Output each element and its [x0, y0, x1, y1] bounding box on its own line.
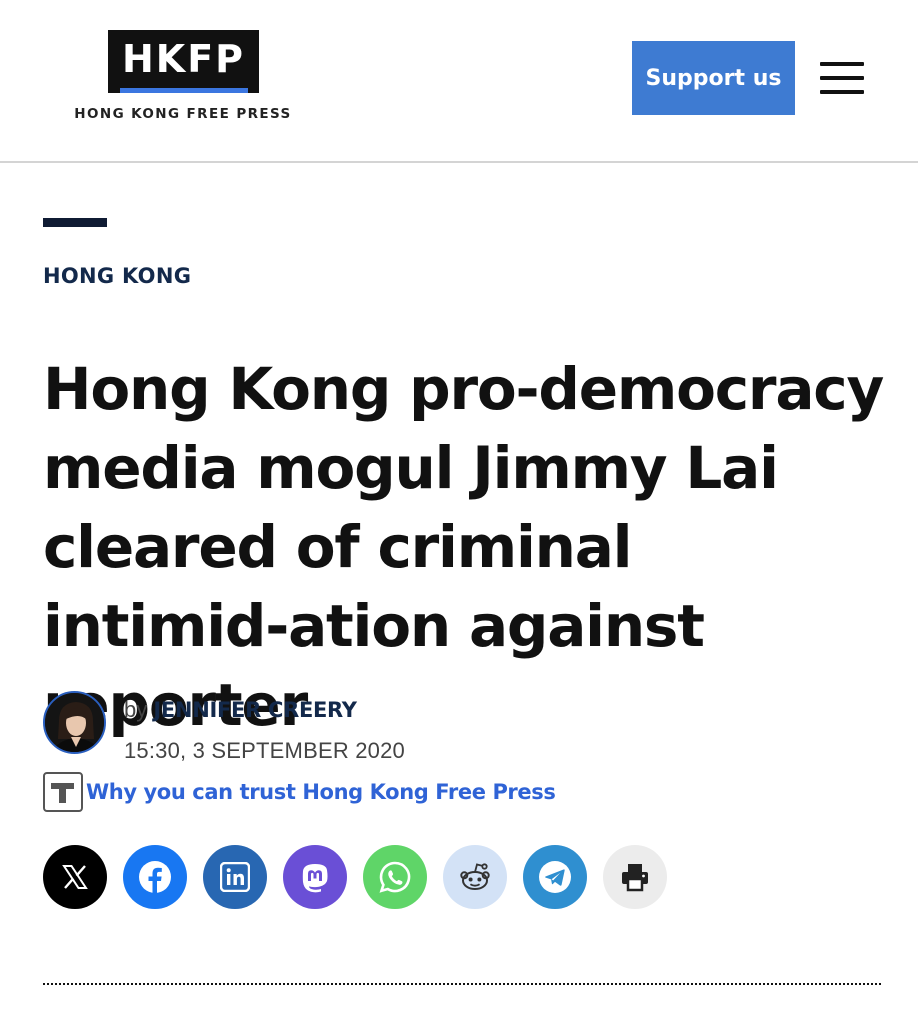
- share-reddit-button[interactable]: [443, 845, 507, 909]
- trust-link[interactable]: Why you can trust Hong Kong Free Press: [86, 780, 556, 804]
- byline-prefix: by: [124, 697, 148, 722]
- logo-text: HKFP: [121, 37, 246, 81]
- logo-tagline: HONG KONG FREE PRESS: [74, 106, 292, 122]
- share-x-button[interactable]: [43, 845, 107, 909]
- share-facebook-button[interactable]: [123, 845, 187, 909]
- hkfp-logo[interactable]: HKFP HONG KONG FREE PRESS: [72, 30, 294, 126]
- kicker-bar: [43, 218, 107, 227]
- linkedin-icon: [220, 862, 250, 892]
- support-us-button[interactable]: Support us: [632, 41, 795, 115]
- share-linkedin-button[interactable]: [203, 845, 267, 909]
- hamburger-menu-icon[interactable]: [820, 62, 864, 94]
- site-header: HKFP HONG KONG FREE PRESS Support us: [0, 0, 918, 163]
- trust-row: Why you can trust Hong Kong Free Press: [43, 772, 556, 812]
- publish-date: 15:30, 3 SEPTEMBER 2020: [124, 738, 405, 763]
- share-mastodon-button[interactable]: [283, 845, 347, 909]
- share-telegram-button[interactable]: [523, 845, 587, 909]
- logo-mark: HKFP: [108, 30, 259, 93]
- byline: by JENNIFER CREERY: [124, 697, 357, 723]
- article-headline: Hong Kong pro-democracy media mogul Jimm…: [43, 355, 884, 739]
- logo-accent-bar: [120, 88, 248, 93]
- print-button[interactable]: [603, 845, 667, 909]
- whatsapp-icon: [379, 861, 411, 893]
- trust-t-icon: [43, 772, 83, 812]
- author-avatar[interactable]: [43, 691, 106, 754]
- mastodon-icon: [302, 864, 328, 893]
- print-icon: [622, 864, 648, 892]
- article-category-link[interactable]: HONG KONG: [43, 264, 191, 288]
- article-divider: [43, 983, 881, 985]
- telegram-icon: [539, 861, 571, 893]
- reddit-icon: [460, 863, 490, 890]
- x-icon: [62, 865, 88, 889]
- share-whatsapp-button[interactable]: [363, 845, 427, 909]
- author-name-link[interactable]: JENNIFER CREERY: [153, 698, 357, 722]
- facebook-icon: [139, 861, 171, 893]
